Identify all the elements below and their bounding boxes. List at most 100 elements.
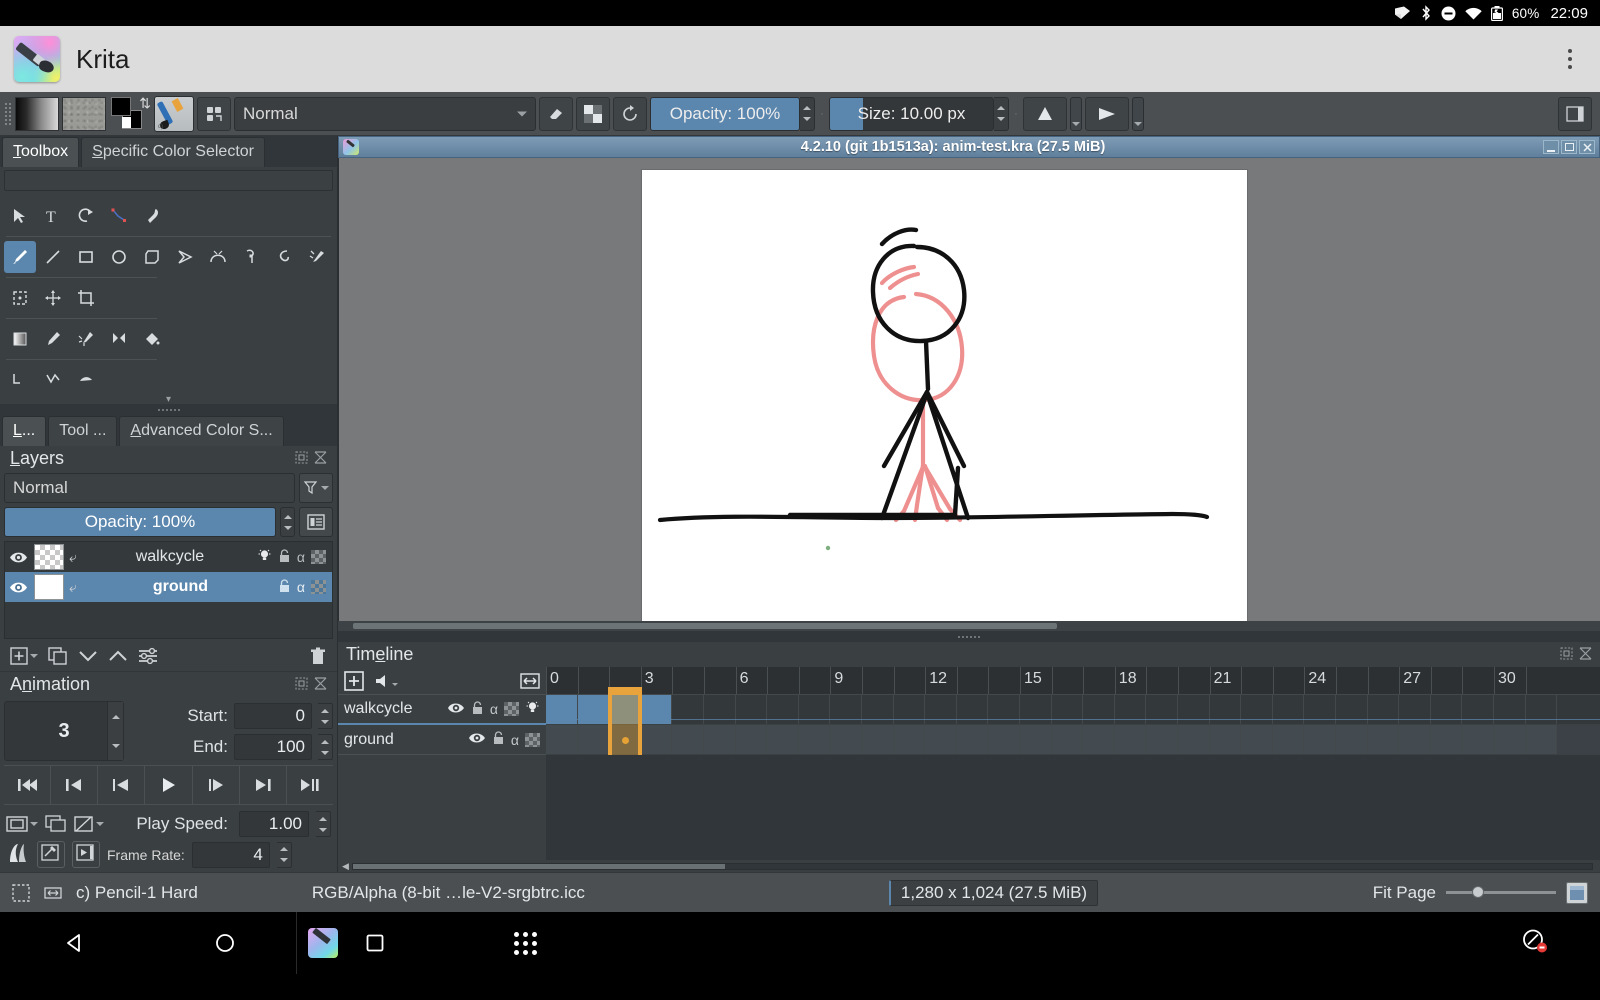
reload-preset-icon[interactable] [613, 97, 647, 131]
tab-layers[interactable]: L... [2, 416, 46, 446]
calligraphy-icon[interactable] [103, 200, 135, 232]
dnd-badge-icon[interactable] [1522, 929, 1548, 958]
alpha-icon[interactable]: α [511, 732, 519, 748]
layer-row-ground[interactable]: ⤶ ground α [5, 572, 332, 602]
recents-icon[interactable] [345, 923, 405, 963]
timeline-track-walkcycle[interactable] [546, 695, 1600, 725]
timeline-frame-cell[interactable] [988, 725, 1020, 754]
home-icon[interactable] [195, 923, 255, 963]
layer-row-walkcycle[interactable]: ⤶ walkcycle α [5, 542, 332, 572]
lock-icon[interactable] [471, 701, 484, 718]
polygon-icon[interactable] [136, 241, 168, 273]
timeline-frame-cell[interactable] [862, 725, 894, 754]
timeline-frame-cell[interactable] [799, 725, 831, 754]
timeline-frame-cell[interactable] [1431, 725, 1463, 754]
close-docker-icon[interactable] [314, 677, 327, 693]
alpha-lock-icon[interactable] [525, 733, 540, 747]
layer-blending-mode-select[interactable]: Normal [4, 473, 295, 503]
mirror-horizontal-icon[interactable] [1023, 97, 1067, 131]
swap-colors-icon[interactable]: ⇅ [139, 96, 151, 110]
frame-rate-spinner[interactable] [277, 842, 292, 868]
layer-visibility-icon[interactable] [7, 550, 29, 565]
polygonal-selection-icon[interactable] [37, 364, 69, 396]
layer-filter-icon[interactable] [299, 473, 333, 503]
timeline-frame-cell[interactable] [1399, 725, 1431, 754]
timeline-frame-cell[interactable] [1020, 725, 1052, 754]
audio-icon[interactable] [374, 672, 398, 690]
timeline-layer-walkcycle[interactable]: walkcycle α [338, 695, 546, 725]
timeline-frame-cell[interactable] [957, 725, 989, 754]
tab-toolbox[interactable]: Toolbox [2, 137, 79, 167]
float-docker-icon[interactable] [295, 451, 308, 467]
next-keyframe-icon[interactable] [240, 766, 287, 804]
minimize-icon[interactable] [1543, 140, 1559, 154]
freehand-path-icon[interactable] [136, 200, 168, 232]
add-layer-icon[interactable] [10, 647, 38, 665]
crop-icon[interactable] [70, 282, 102, 314]
timeline-ruler[interactable]: 036912151821242730 [546, 667, 1600, 695]
start-spinner[interactable] [318, 703, 333, 729]
ellipse-icon[interactable] [103, 241, 135, 273]
move-layer-down-icon[interactable] [78, 648, 98, 664]
timeline-frame-cell[interactable] [672, 725, 704, 754]
app-drawer-icon[interactable] [495, 923, 555, 963]
timeline-horizontal-scrollbar[interactable]: ◀ [338, 860, 1600, 872]
edit-shapes-icon[interactable] [70, 200, 102, 232]
blending-mode-select[interactable]: Normal [234, 97, 536, 131]
timeline-frame-cell[interactable] [1273, 725, 1305, 754]
timeline-frames-area[interactable]: 036912151821242730 [546, 667, 1600, 860]
canvas-viewport[interactable] [338, 158, 1600, 621]
visible-icon[interactable] [447, 701, 465, 718]
duplicate-layer-icon[interactable] [48, 647, 68, 665]
timeline-frame-cell[interactable] [1462, 725, 1494, 754]
line-icon[interactable] [37, 241, 69, 273]
timeline-frame-cell[interactable] [767, 725, 799, 754]
alpha-icon[interactable]: α [490, 701, 498, 717]
close-icon[interactable] [1579, 140, 1595, 154]
end-spinner[interactable] [318, 734, 333, 760]
timeline-frame-cell[interactable] [1052, 725, 1084, 754]
tab-advanced-color-selector[interactable]: Advanced Color S... [119, 416, 283, 446]
alpha-lock-icon[interactable] [311, 550, 326, 564]
frame-rate-field[interactable]: 4 [192, 842, 270, 868]
onion-skin-icon[interactable] [525, 700, 540, 718]
opacity-spinner[interactable] [800, 97, 815, 131]
alpha-lock-icon[interactable] [311, 580, 326, 594]
timeline-frame-cell[interactable] [1210, 725, 1242, 754]
krita-app-icon[interactable] [308, 928, 338, 958]
colorize-mask-icon[interactable] [70, 323, 102, 355]
layer-visibility-icon[interactable] [7, 580, 29, 595]
fill-icon[interactable] [136, 323, 168, 355]
layer-thumbnail[interactable] [34, 574, 64, 600]
size-control[interactable]: Size: 10.00 px [829, 97, 1009, 131]
lock-icon[interactable] [278, 549, 291, 566]
timeline-frame-cell[interactable] [1083, 725, 1115, 754]
onion-skin-icon[interactable] [257, 548, 272, 566]
eraser-icon[interactable] [539, 97, 573, 131]
back-icon[interactable] [45, 923, 105, 963]
scroll-left-icon[interactable]: ◀ [342, 861, 349, 872]
layer-opacity-spinner[interactable] [280, 507, 295, 537]
elliptical-selection-icon[interactable] [70, 364, 102, 396]
layer-properties-icon[interactable] [138, 647, 158, 665]
next-frame-icon[interactable] [193, 766, 240, 804]
canvas-horizontal-scrollbar[interactable] [338, 621, 1600, 631]
gradient-icon[interactable] [4, 323, 36, 355]
tab-tool-options[interactable]: Tool ... [48, 416, 117, 446]
close-docker-icon[interactable] [314, 451, 327, 467]
auto-key-frame-icon[interactable] [37, 841, 65, 868]
current-frame-spinbox[interactable]: 3 [4, 701, 124, 761]
timeline-frame-cell[interactable] [704, 725, 736, 754]
timeline-frame-cell[interactable] [1241, 725, 1273, 754]
color-sampler-icon[interactable] [37, 323, 69, 355]
float-docker-icon[interactable] [1560, 647, 1573, 663]
float-docker-icon[interactable] [295, 677, 308, 693]
overflow-menu-icon[interactable] [1562, 43, 1578, 75]
bezier-curve-icon[interactable] [202, 241, 234, 273]
timeline-frame-cell[interactable] [546, 725, 578, 754]
lock-icon[interactable] [492, 731, 505, 748]
delete-frame-icon[interactable] [74, 815, 104, 833]
brush-presets-grid-icon[interactable] [197, 97, 231, 131]
delete-layer-icon[interactable] [309, 647, 327, 665]
timeline-layer-ground[interactable]: ground α [338, 725, 546, 755]
